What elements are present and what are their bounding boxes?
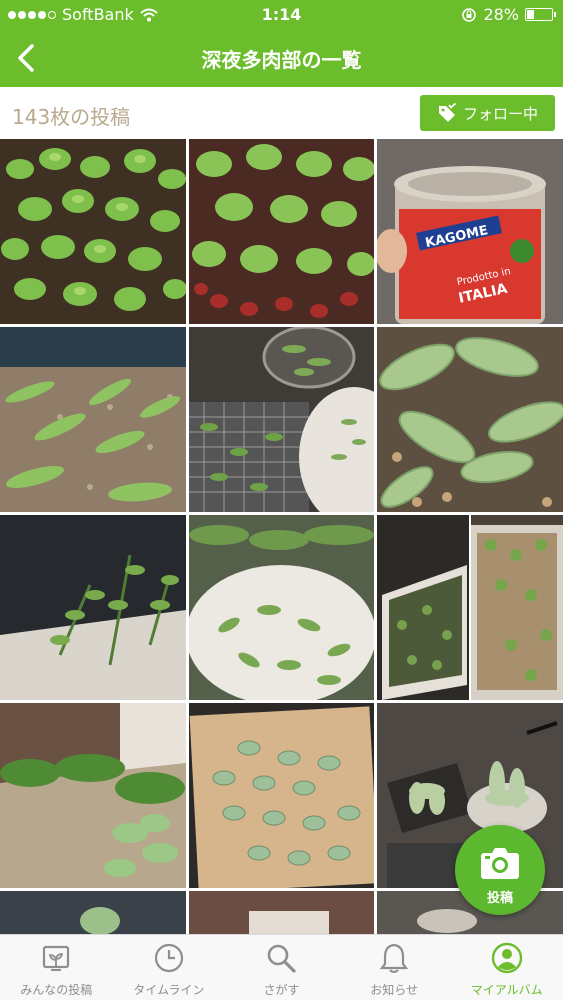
bell-icon [379,943,409,973]
tab-timeline[interactable]: タイムライン [113,935,226,1000]
photo-tile[interactable]: KAGOME Prodotto in ITALIA [377,139,563,324]
photo-tile[interactable] [189,703,374,888]
tab-notifications[interactable]: お知らせ [338,935,451,1000]
tag-check-icon [438,103,457,122]
tab-label: みんなの投稿 [20,983,93,997]
status-bar: SoftBank 1:14 28% [0,0,563,30]
post-photo-button[interactable]: 投稿 [455,825,545,915]
photo-tile[interactable] [0,515,186,700]
tab-everyone-posts[interactable]: みんなの投稿 [0,935,113,1000]
photo-tile[interactable] [0,139,186,324]
photo-tile[interactable] [377,327,563,512]
photo-plant-icon [43,945,70,971]
photo-tile[interactable] [189,891,374,934]
orientation-lock-icon [462,7,477,22]
follow-button[interactable]: フォロー中 [420,95,555,131]
tab-label: お知らせ [370,983,418,997]
tab-label: タイムライン [133,983,205,997]
bottom-tab-bar: みんなの投稿 タイムライン さがす お知らせ マイアルバム [0,934,563,1000]
tab-label: マイアルバム [470,983,543,997]
photo-tile[interactable] [189,327,374,512]
album-info-bar: 143枚の投稿 フォロー中 [0,87,563,139]
tab-my-album[interactable]: マイアルバム [450,935,563,1000]
photo-grid: KAGOME Prodotto in ITALIA [0,139,563,934]
camera-icon [481,848,519,879]
clock-icon [154,943,183,973]
photo-tile[interactable] [0,891,186,934]
tab-label: さがす [263,983,300,997]
search-icon [268,944,297,973]
photo-tile[interactable] [377,515,469,700]
photo-tile[interactable] [471,515,563,700]
battery-percent: 28% [483,5,519,24]
app-header: SoftBank 1:14 28% 深夜多肉部の一覧 [0,0,563,87]
follow-label: フォロー中 [462,104,538,123]
photo-tile[interactable] [0,327,186,512]
page-title: 深夜多肉部の一覧 [201,48,362,72]
nav-bar: 深夜多肉部の一覧 [0,30,563,87]
post-count: 143枚の投稿 [12,105,131,129]
tab-search[interactable]: さがす [225,935,338,1000]
profile-icon [491,942,522,974]
photo-tile[interactable] [0,703,186,888]
post-button-label: 投稿 [486,891,513,906]
battery-icon [525,8,556,21]
photo-tile[interactable] [189,515,374,700]
photo-tile[interactable] [189,139,374,324]
